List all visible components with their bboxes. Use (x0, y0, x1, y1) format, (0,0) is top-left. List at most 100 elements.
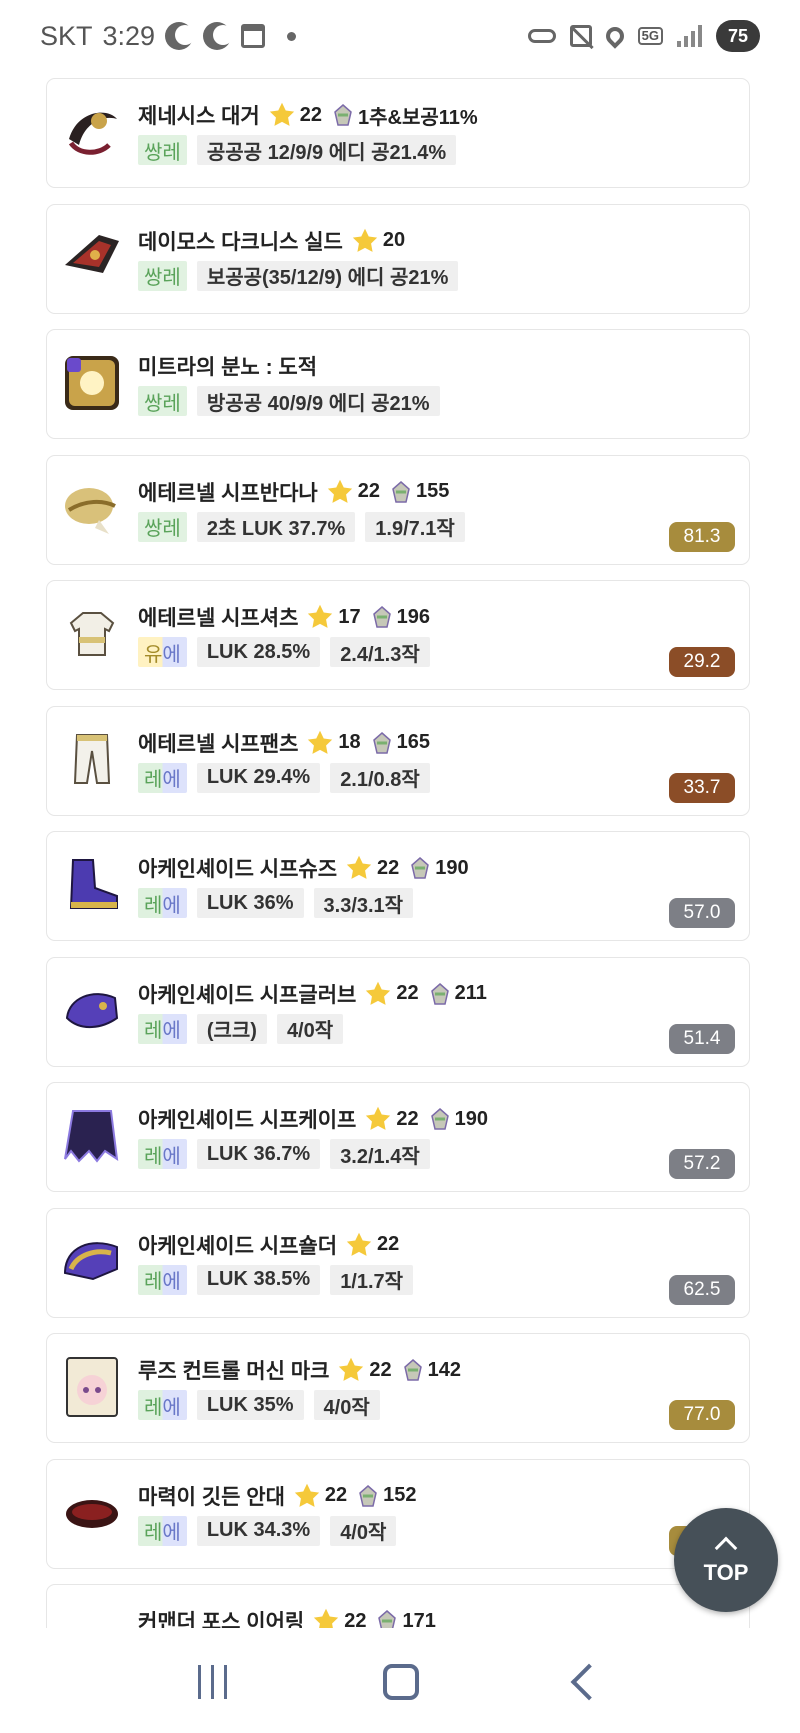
grade-char: 레 (144, 1271, 163, 1293)
grade-char: 레 (144, 894, 163, 917)
item-card[interactable]: 에테르넬 시프팬츠 18 165 레 에 LUK 29.4% 2.1/0.8작 33.7 (46, 705, 750, 816)
star-force-count: 20 (382, 229, 406, 251)
stat-tag: 보공공(35/12/9) 에디 공21% (196, 260, 459, 291)
item-card[interactable]: 루즈 컨트롤 머신 마크 22 142 레 에 LUK 35% 4/0작 77.0 (46, 1333, 750, 1443)
stat-tag: LUK 34.3% (196, 1515, 321, 1546)
item-card[interactable]: 아케인셰이드 시프숄더 22 레 에 LUK 38.5% 1/1.7작 62.5 (46, 1207, 750, 1318)
item-card[interactable]: 에테르넬 시프셔츠 17 196 유 에 LUK 28.5% 2.4/1.3작 29.2 (46, 580, 750, 690)
item-detail-row: 레 에 LUK 38.5% 1/1.7작 (138, 1264, 414, 1295)
score-badge: 33.7 (669, 772, 735, 803)
item-detail-row: 쌍레 보공공(35/12/9) 에디 공21% (138, 260, 459, 291)
calendar-icon (241, 24, 266, 48)
potential-bottle-icon (357, 1484, 379, 1508)
item-card[interactable]: 아케인셰이드 시프슈즈 22 190 레 에 LUK 36% 3.3/3.1작 57.0 (46, 831, 750, 941)
stat-tag: 1.9/7.1작 (365, 511, 465, 542)
star-icon (345, 1231, 373, 1259)
bandana-icon (59, 476, 125, 542)
item-detail-row: 레 에 (크크) 4/0작 (138, 1013, 344, 1044)
stat-tag: LUK 35% (196, 1390, 304, 1420)
stat-tag: LUK 36.7% (196, 1139, 321, 1169)
item-title-row: 에테르넬 시프팬츠 18 165 (138, 727, 430, 759)
item-detail-row: 레 에 LUK 29.4% 2.1/0.8작 (138, 762, 430, 793)
potential-bottle-icon (429, 982, 451, 1006)
potential-bottle-icon (371, 605, 393, 629)
home-button[interactable] (383, 1663, 420, 1700)
grade-badge: 쌍레 (138, 260, 187, 291)
item-name: 루즈 컨트롤 머신 마크 (138, 1360, 330, 1383)
potential-value: 1추&보공11% (358, 106, 478, 129)
item-card[interactable]: 미트라의 분노 : 도적 쌍레 방공공 40/9/9 에디 공21% (46, 329, 750, 439)
grade-char: 에 (162, 1145, 181, 1168)
recent-apps-button[interactable] (198, 1664, 228, 1699)
potential-bottle-icon (429, 1107, 451, 1131)
equipment-list[interactable]: 제네시스 대거 22 1추&보공11% 쌍레 공공공 12/9/9 에디 공21.4% 데… (46, 78, 750, 1628)
back-button[interactable] (570, 1663, 608, 1700)
system-nav-bar (0, 1630, 800, 1733)
item-name: 데이모스 다크니스 실드 (138, 230, 343, 254)
grade-badge: 레에 (138, 1390, 187, 1420)
item-title-row: 마력이 깃든 안대 22 152 (138, 1480, 417, 1512)
item-name: 마력이 깃든 안대 (138, 1485, 285, 1509)
grade-char: 쌍레 (144, 141, 181, 164)
item-name: 아케인셰이드 시프케이프 (138, 1109, 357, 1132)
star-force-count: 22 (357, 480, 380, 502)
star-icon (326, 478, 354, 506)
item-name: 아케인셰이드 시프숄더 (138, 1234, 338, 1258)
score-badge: 81.3 (669, 521, 735, 552)
item-title-row: 커맨더 포스 이어링 22 171 (138, 1605, 436, 1628)
stat-tag: 3.2/1.4작 (330, 1139, 430, 1169)
grade-badge: 레에 (138, 888, 187, 918)
grade-char: 에 (162, 1396, 181, 1419)
item-card[interactable]: 아케인셰이드 시프케이프 22 190 레 에 LUK 36.7% 3.2/1.4작 57.2 (46, 1082, 750, 1192)
genesis-dagger-icon (59, 99, 125, 165)
grade-char: 에 (162, 894, 181, 917)
scroll-top-button[interactable]: TOP (674, 1508, 778, 1612)
stat-tag: 2.1/0.8작 (330, 762, 430, 793)
potential-bottle-icon (376, 1609, 398, 1628)
item-title-row: 미트라의 분노 : 도적 (138, 350, 317, 382)
item-card[interactable]: 제네시스 대거 22 1추&보공11% 쌍레 공공공 12/9/9 에디 공21.4% (46, 78, 750, 188)
grade-char: 에 (162, 1271, 181, 1293)
star-force-count: 18 (338, 731, 361, 753)
stat-tag: 1/1.7작 (330, 1264, 414, 1295)
stat-tag: 2.4/1.3작 (330, 637, 430, 667)
shoulder-icon (59, 1229, 125, 1295)
score-badge: 57.2 (669, 1149, 735, 1179)
potential-bottle-icon (332, 103, 354, 127)
item-title-row: 아케인셰이드 시프케이프 22 190 (138, 1103, 488, 1135)
star-icon (306, 729, 334, 757)
item-name: 제네시스 대거 (138, 105, 260, 128)
item-title-row: 에테르넬 시프셔츠 17 196 (138, 601, 430, 633)
star-icon (306, 603, 334, 631)
stat-tag: 4/0작 (330, 1515, 397, 1546)
stat-tag: LUK 36% (196, 888, 304, 918)
item-card[interactable]: 마력이 깃든 안대22152레에LUK 34.3%4/0작77.4 (46, 1458, 750, 1569)
item-name: 에테르넬 시프반다나 (138, 481, 318, 505)
item-card[interactable]: 아케인셰이드 시프글러브 22 211 레 에 (크크) 4/0작 51.4 (46, 956, 750, 1067)
item-card[interactable]: 데이모스 다크니스 실드 20 쌍레 보공공(35/12/9) 에디 공21% (46, 203, 750, 314)
item-name: 커맨더 포스 이어링 (138, 1611, 305, 1628)
item-card[interactable]: 에테르넬 시프반다나 22 155 쌍레 2초 LUK 37.7% 1.9/7.1작 81.… (46, 454, 750, 565)
grade-char: 레 (144, 769, 163, 791)
stat-tag: (크크) (196, 1013, 267, 1044)
item-name: 에테르넬 시프셔츠 (138, 607, 299, 630)
potential-value: 152 (383, 1484, 417, 1506)
grade-char: 레 (144, 1145, 163, 1168)
score-badge: 62.5 (669, 1274, 735, 1305)
potential-bottle-icon (402, 1358, 424, 1382)
potential-bottle-icon (409, 856, 431, 880)
face-accessory-icon (59, 1354, 125, 1420)
potential-bottle-icon (371, 731, 393, 755)
night-mode-icon (203, 22, 234, 50)
shirt-icon (59, 601, 125, 667)
item-card[interactable]: 커맨더 포스 이어링 22 171 (46, 1584, 750, 1628)
darkness-shield-icon (59, 225, 125, 291)
scroll-top-label: TOP (703, 1560, 749, 1585)
status-left: SKT 3:29 (40, 20, 297, 52)
clock: 3:29 (102, 20, 156, 51)
pants-icon (59, 727, 125, 793)
grade-char: 쌍레 (144, 267, 181, 289)
item-detail-row: 레 에 LUK 36% 3.3/3.1작 (138, 888, 414, 918)
star-force-count: 22 (396, 982, 419, 1004)
item-detail-row: 레 에 LUK 36.7% 3.2/1.4작 (138, 1139, 430, 1169)
